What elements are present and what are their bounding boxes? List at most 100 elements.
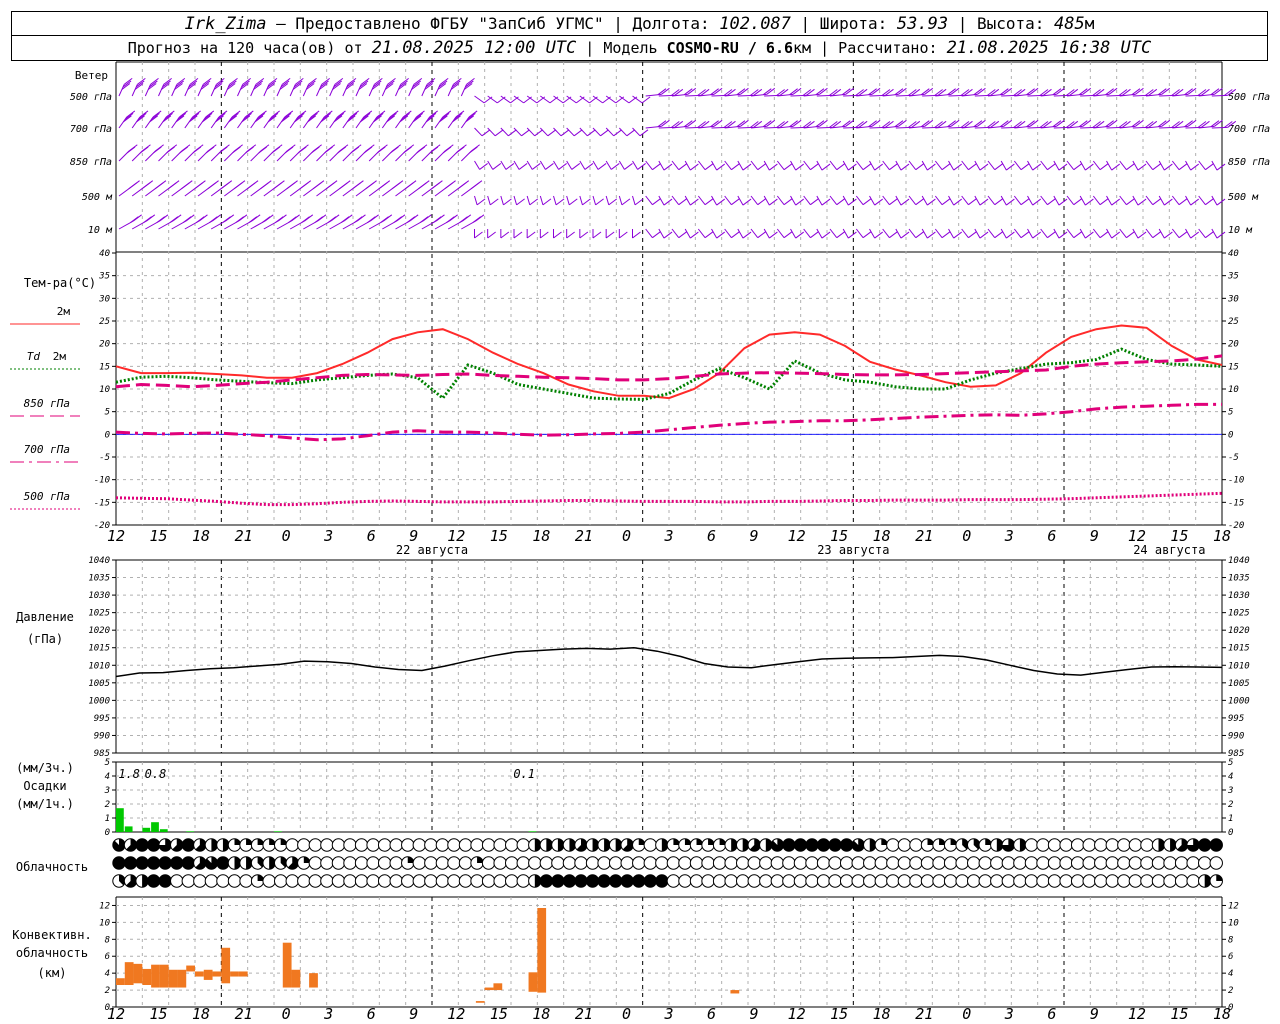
wind-barb-flag: [446, 216, 455, 224]
cloud-1-84: [1082, 856, 1096, 870]
cloud-0-19: [331, 838, 346, 852]
precip-bar-1: [124, 826, 133, 832]
cloud-fill: [1210, 838, 1223, 852]
wind-barb-0-60: [645, 87, 670, 97]
cloud-circle: [366, 838, 380, 852]
cloud-circle: [505, 838, 519, 852]
wind-barb-4-72: [750, 228, 767, 239]
wind-barb-flag: [795, 198, 805, 206]
wind-barb-4-48: [539, 229, 549, 239]
cloud-2-55: [747, 874, 761, 888]
temp-ylabel-left--10: -10: [94, 476, 110, 486]
wind-barb-4-97.5: [974, 228, 989, 239]
cloud-2-62: [828, 874, 842, 888]
wind-barb-flag: [610, 163, 620, 170]
wind-barb-flag: [663, 231, 673, 239]
cloud-fill: [817, 838, 830, 852]
wind-barb-flag: [757, 231, 767, 239]
wind-barb-flag: [941, 198, 951, 206]
cloud-circle: [424, 874, 438, 888]
wind-barb-flag: [418, 182, 427, 190]
wind-barb-flag: [297, 146, 307, 154]
wind-barb-3-30: [382, 180, 404, 197]
wind-barb-flag: [632, 231, 641, 239]
cloud-circle: [1036, 838, 1050, 852]
wind-barb-flag: [301, 216, 310, 224]
cloud-1-78: [1013, 856, 1027, 870]
wind-barb-flag: [1047, 231, 1056, 239]
cloud-0-36: [528, 838, 542, 852]
wind-barb-2-79.5: [816, 160, 831, 171]
wind-barb-3-73.5: [763, 195, 778, 206]
cloud-circle: [1140, 838, 1154, 852]
cloud-0-64: [851, 838, 865, 852]
wind-barb-flag: [1006, 163, 1015, 171]
wind-barb-shaft: [553, 160, 560, 170]
pres-ylabel-left-1035: 1035: [88, 574, 110, 584]
wind-barb-flag: [141, 182, 151, 190]
wind-barb-3-36: [434, 180, 456, 197]
wind-barb-flag: [419, 216, 429, 224]
cloud-2-50: [689, 874, 704, 888]
wind-barb-1-37.5: [447, 110, 465, 129]
wind-barb-shaft: [1000, 160, 1007, 171]
wind-barb-shaft: [697, 160, 706, 171]
wind-barb-flag: [731, 163, 740, 171]
legend-label-t500: 500 гПа: [24, 490, 70, 503]
cloud-1-29: [447, 856, 461, 870]
wind-barb-shaft: [855, 228, 864, 239]
cloud-1-65: [863, 856, 877, 870]
cloud-fill: [124, 856, 137, 870]
wind-barb-shaft: [618, 127, 628, 137]
wind-barb-flag: [652, 198, 661, 206]
wind-barb-1-19.5: [289, 110, 307, 129]
cloud-circle: [932, 856, 946, 870]
conv-ylabel-left-4: 4: [105, 969, 110, 979]
cloud-1-24: [389, 856, 403, 870]
conv-hour-17: 15: [830, 1005, 848, 1023]
wind-barb-flag: [274, 216, 284, 224]
cloud-0-45: [632, 838, 646, 852]
cloud-circle: [932, 874, 946, 888]
wind-barb-shaft: [974, 228, 981, 239]
cloud-circle: [458, 838, 473, 852]
wind-barb-3-40.5: [474, 195, 486, 206]
conv-bar-21: [528, 972, 538, 992]
wind-barb-flag: [742, 231, 752, 239]
temp-ylabel-left-30: 30: [98, 294, 110, 304]
wind-barb-flag: [503, 198, 512, 206]
wind-barb-flag: [1032, 163, 1042, 171]
wind-barb-3-90: [908, 195, 925, 206]
cloud-circle: [967, 874, 981, 888]
cloud-2-32: [481, 874, 496, 888]
wind-barb-4-106.5: [1053, 228, 1068, 239]
wind-barb-shaft: [474, 160, 481, 170]
cloud-2-59: [793, 874, 808, 888]
conv-bar-22: [537, 908, 547, 993]
cloud-0-0: [112, 838, 126, 852]
cloud-circle: [620, 856, 634, 870]
prec-ylabel-right-5: 5: [1228, 758, 1233, 768]
conv-ylabel-left-6: 6: [105, 952, 110, 962]
wind-barb-3-70.5: [737, 195, 752, 206]
cloud-circle: [447, 838, 461, 852]
cloud-0-47: [655, 838, 669, 852]
wind-barb-4-16.5: [263, 214, 287, 230]
cloud-circle: [770, 856, 785, 870]
cloud-circle: [643, 856, 657, 870]
wind-barb-flag: [915, 163, 925, 171]
cloud-2-49: [678, 874, 692, 888]
precip-bar-7: [528, 831, 537, 832]
cloud-circle: [1198, 856, 1212, 870]
pres-ylabel-left-1010: 1010: [88, 661, 110, 671]
cloud-circle: [1128, 874, 1143, 888]
wind-barb-flag: [619, 231, 628, 239]
wind-barb-flag: [742, 163, 752, 171]
wind-barb-flag: [192, 146, 202, 154]
wind-barb-flag: [288, 216, 297, 224]
cloud-circle: [435, 838, 450, 852]
cloud-0-74: [967, 838, 981, 852]
wind-barb-flag: [769, 163, 778, 171]
wind-barb-flag: [1058, 231, 1068, 239]
wind-barb-2-115.5: [1132, 160, 1147, 171]
